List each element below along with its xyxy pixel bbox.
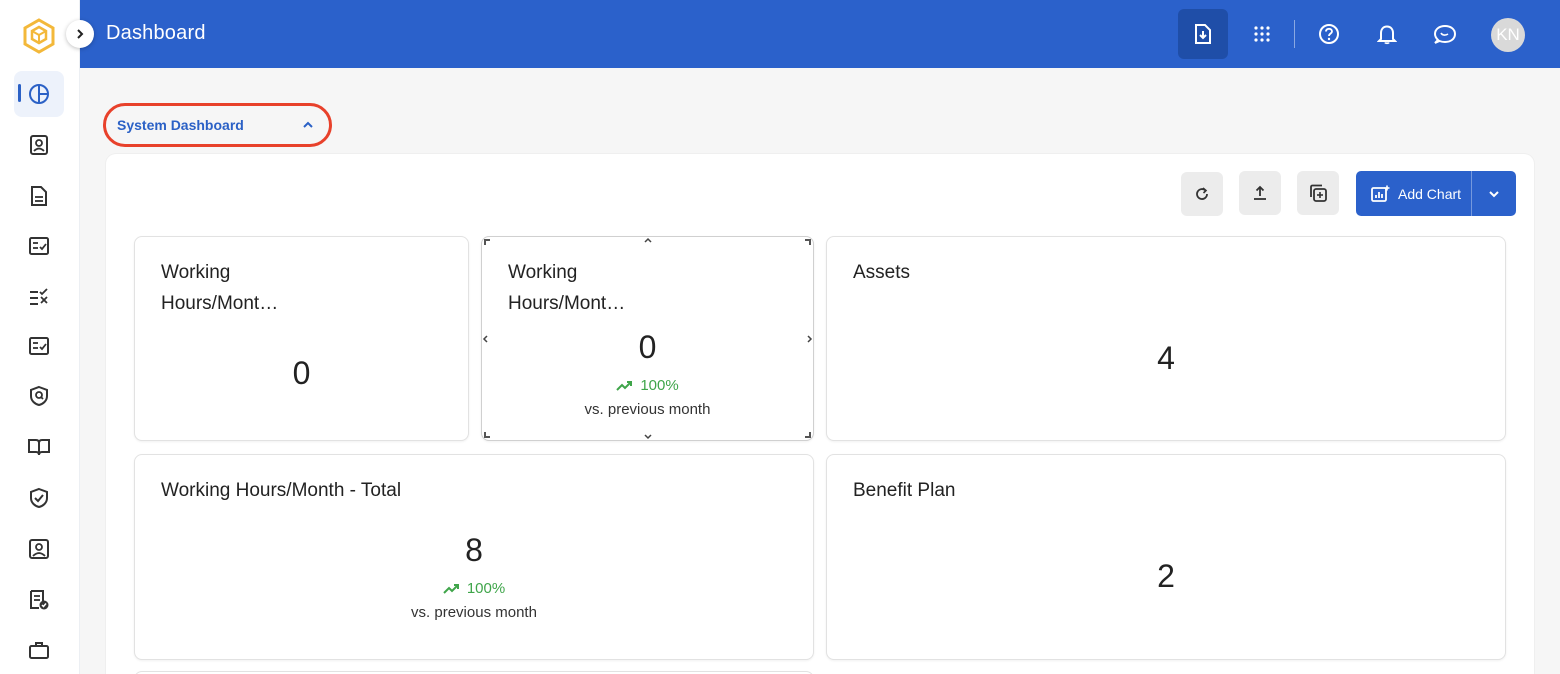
bell-icon <box>1377 25 1397 45</box>
dashboard-selector[interactable]: System Dashboard <box>103 103 332 147</box>
notifications-button[interactable] <box>1367 14 1407 54</box>
sidebar <box>0 0 80 674</box>
dashboard-selector-label: System Dashboard <box>117 117 244 133</box>
trend-indicator: 100% <box>135 580 813 597</box>
download-file-button[interactable] <box>1178 9 1228 59</box>
refresh-icon <box>1196 187 1208 200</box>
chart-add-icon <box>1371 185 1390 202</box>
page-title: Dashboard <box>106 22 206 44</box>
widget-value: 0 <box>292 355 311 391</box>
resize-handle-bottom-left[interactable] <box>484 432 490 438</box>
duplicate-button[interactable] <box>1297 171 1339 215</box>
resize-handle-left-icon[interactable] <box>480 334 490 344</box>
user-avatar[interactable]: KN <box>1491 18 1525 52</box>
sidebar-item-contacts[interactable] <box>14 122 64 168</box>
widget-card-selected[interactable]: Working Hours/Mont… 0 100% vs. previous … <box>481 236 814 441</box>
shield-check-icon <box>30 487 48 509</box>
checklist-icon <box>29 237 49 255</box>
sidebar-item-compliance[interactable] <box>14 373 64 419</box>
trend-indicator: 100% <box>482 377 813 394</box>
help-circle-icon <box>1319 24 1339 44</box>
widget-card[interactable]: Working Hours/Month - Total 8 100% vs. p… <box>134 454 814 660</box>
pie-chart-icon <box>29 84 49 104</box>
help-button[interactable] <box>1309 14 1349 54</box>
chevron-right-icon <box>77 29 84 39</box>
resize-handle-bottom-icon[interactable] <box>643 432 653 442</box>
widget-title: Working Hours/Month - Total <box>161 480 402 501</box>
sidebar-item-reviews[interactable] <box>14 274 64 320</box>
sidebar-item-handbook[interactable] <box>14 424 64 470</box>
widget-value: 4 <box>1157 340 1175 376</box>
widget-card[interactable]: Working Hours/Mont… 0 <box>134 236 469 441</box>
id-badge-icon <box>29 539 49 559</box>
widget-title: Working Hours/Mont… <box>508 262 626 314</box>
sidebar-item-employees[interactable] <box>14 526 64 572</box>
top-header: Dashboard KN <box>80 0 1560 68</box>
widget-card[interactable]: Assets 4 <box>826 236 1506 441</box>
copy-add-icon <box>1310 184 1327 202</box>
sidebar-item-reports[interactable] <box>14 577 64 623</box>
trending-up-icon <box>616 380 633 391</box>
chevron-down-icon <box>1489 190 1499 197</box>
widget-title: Benefit Plan <box>853 480 956 501</box>
app-logo-icon[interactable] <box>22 18 56 54</box>
comparison-label: vs. previous month <box>411 604 537 621</box>
chevron-up-icon <box>303 121 313 128</box>
active-indicator <box>18 84 21 102</box>
upload-icon <box>1254 185 1266 200</box>
widget-value: 2 <box>1157 558 1175 594</box>
contact-card-icon <box>30 135 48 155</box>
refresh-button[interactable] <box>1181 172 1223 216</box>
add-chart-label: Add Chart <box>1398 185 1462 202</box>
widget-title: Working Hours/Mont… <box>161 262 279 314</box>
main-content: System Dashboard Add Chart Working Hours… <box>80 68 1560 674</box>
document-icon <box>31 186 47 206</box>
trending-up-icon <box>443 583 459 594</box>
apps-grid-button[interactable] <box>1242 14 1282 54</box>
sidebar-item-dashboard[interactable] <box>14 71 64 117</box>
sidebar-item-approvals[interactable] <box>14 323 64 369</box>
chat-button[interactable] <box>1425 14 1465 54</box>
widget-card[interactable]: Benefit Plan 2 <box>826 454 1506 660</box>
briefcase-icon <box>29 642 49 659</box>
widget-value: 0 <box>638 329 657 365</box>
comparison-label: vs. previous month <box>584 401 711 418</box>
header-divider <box>1294 20 1295 48</box>
resize-handle-top-right[interactable] <box>805 239 811 245</box>
add-chart-main[interactable]: Add Chart <box>1356 171 1472 216</box>
widget-value: 8 <box>465 532 483 568</box>
add-chart-button[interactable]: Add Chart <box>1356 171 1516 216</box>
checklist-icon <box>29 337 49 355</box>
open-book-icon <box>28 439 50 456</box>
resize-handle-right-icon[interactable] <box>805 334 815 344</box>
sidebar-item-tasks[interactable] <box>14 223 64 269</box>
sidebar-item-documents[interactable] <box>14 173 64 219</box>
add-chart-dropdown[interactable] <box>1472 171 1516 216</box>
resize-handle-bottom-right[interactable] <box>805 432 811 438</box>
export-button[interactable] <box>1239 171 1281 215</box>
sidebar-expand-button[interactable] <box>66 20 94 48</box>
chat-bubble-icon <box>1433 24 1457 44</box>
sidebar-item-jobs[interactable] <box>14 627 64 673</box>
file-download-icon <box>1195 24 1211 44</box>
list-check-x-icon <box>30 288 48 305</box>
shield-search-icon <box>30 385 48 407</box>
doc-approved-icon <box>30 590 49 610</box>
sidebar-item-security[interactable] <box>14 475 64 521</box>
apps-grid-icon <box>1254 26 1270 42</box>
resize-handle-top-left[interactable] <box>484 239 490 245</box>
widget-title: Assets <box>853 262 911 283</box>
resize-handle-top-icon[interactable] <box>643 235 653 245</box>
